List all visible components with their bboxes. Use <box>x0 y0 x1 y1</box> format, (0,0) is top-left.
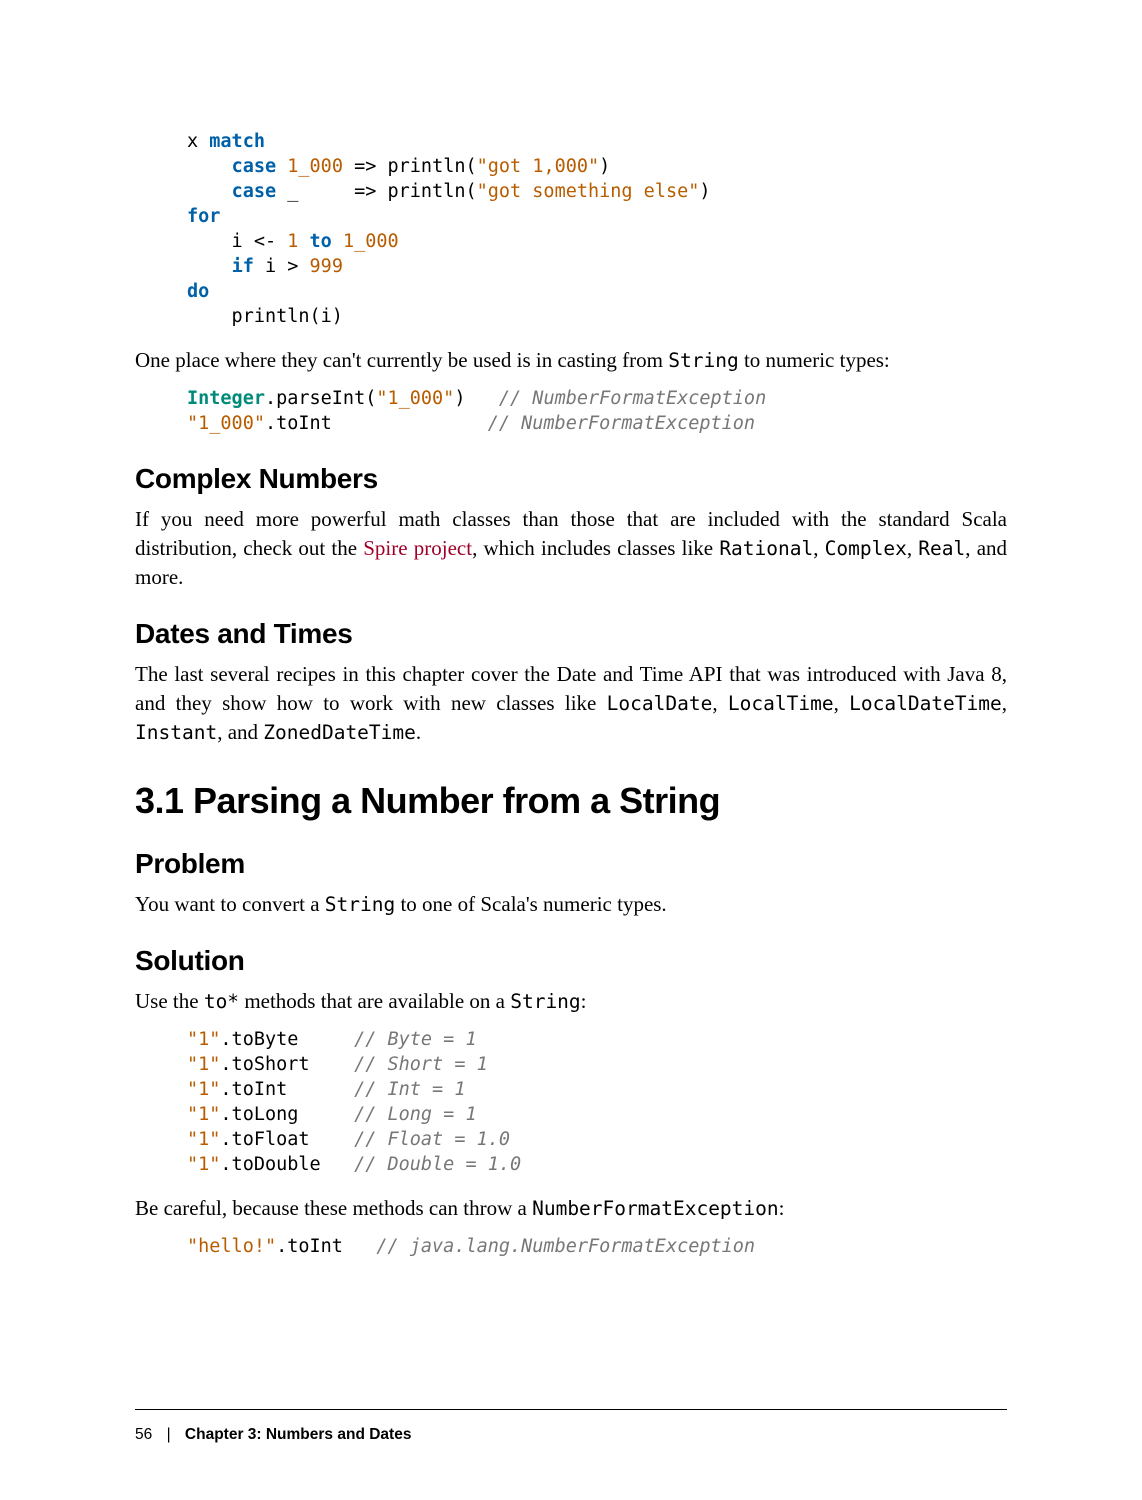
paragraph-dates: The last several recipes in this chapter… <box>135 660 1007 747</box>
chapter-label: Chapter 3: Numbers and Dates <box>185 1426 412 1443</box>
heading-3-1: 3.1 Parsing a Number from a String <box>135 780 1007 822</box>
paragraph-careful: Be careful, because these methods can th… <box>135 1194 1007 1223</box>
inline-code-string: String <box>668 349 738 372</box>
heading-problem: Problem <box>135 848 1007 880</box>
paragraph-casting: One place where they can't currently be … <box>135 346 1007 375</box>
page-number: 56 <box>135 1426 152 1443</box>
code-block-hello: "hello!".toInt // java.lang.NumberFormat… <box>187 1235 1007 1260</box>
page: x match case 1_000 => println("got 1,000… <box>0 0 1142 1500</box>
code-block-parseint: Integer.parseInt("1_000") // NumberForma… <box>187 387 1007 437</box>
footer-rule <box>135 1409 1007 1410</box>
link-spire-project[interactable]: Spire project <box>363 536 472 560</box>
paragraph-solution: Use the to* methods that are available o… <box>135 987 1007 1016</box>
page-footer: 56 | Chapter 3: Numbers and Dates <box>135 1426 411 1444</box>
paragraph-complex: If you need more powerful math classes t… <box>135 505 1007 592</box>
code-block-match-for: x match case 1_000 => println("got 1,000… <box>187 130 1007 330</box>
heading-complex-numbers: Complex Numbers <box>135 463 1007 495</box>
code-block-tostar: "1".toByte // Byte = 1 "1".toShort // Sh… <box>187 1028 1007 1178</box>
heading-solution: Solution <box>135 945 1007 977</box>
heading-dates-and-times: Dates and Times <box>135 618 1007 650</box>
footer-separator: | <box>167 1426 171 1443</box>
paragraph-problem: You want to convert a String to one of S… <box>135 890 1007 919</box>
